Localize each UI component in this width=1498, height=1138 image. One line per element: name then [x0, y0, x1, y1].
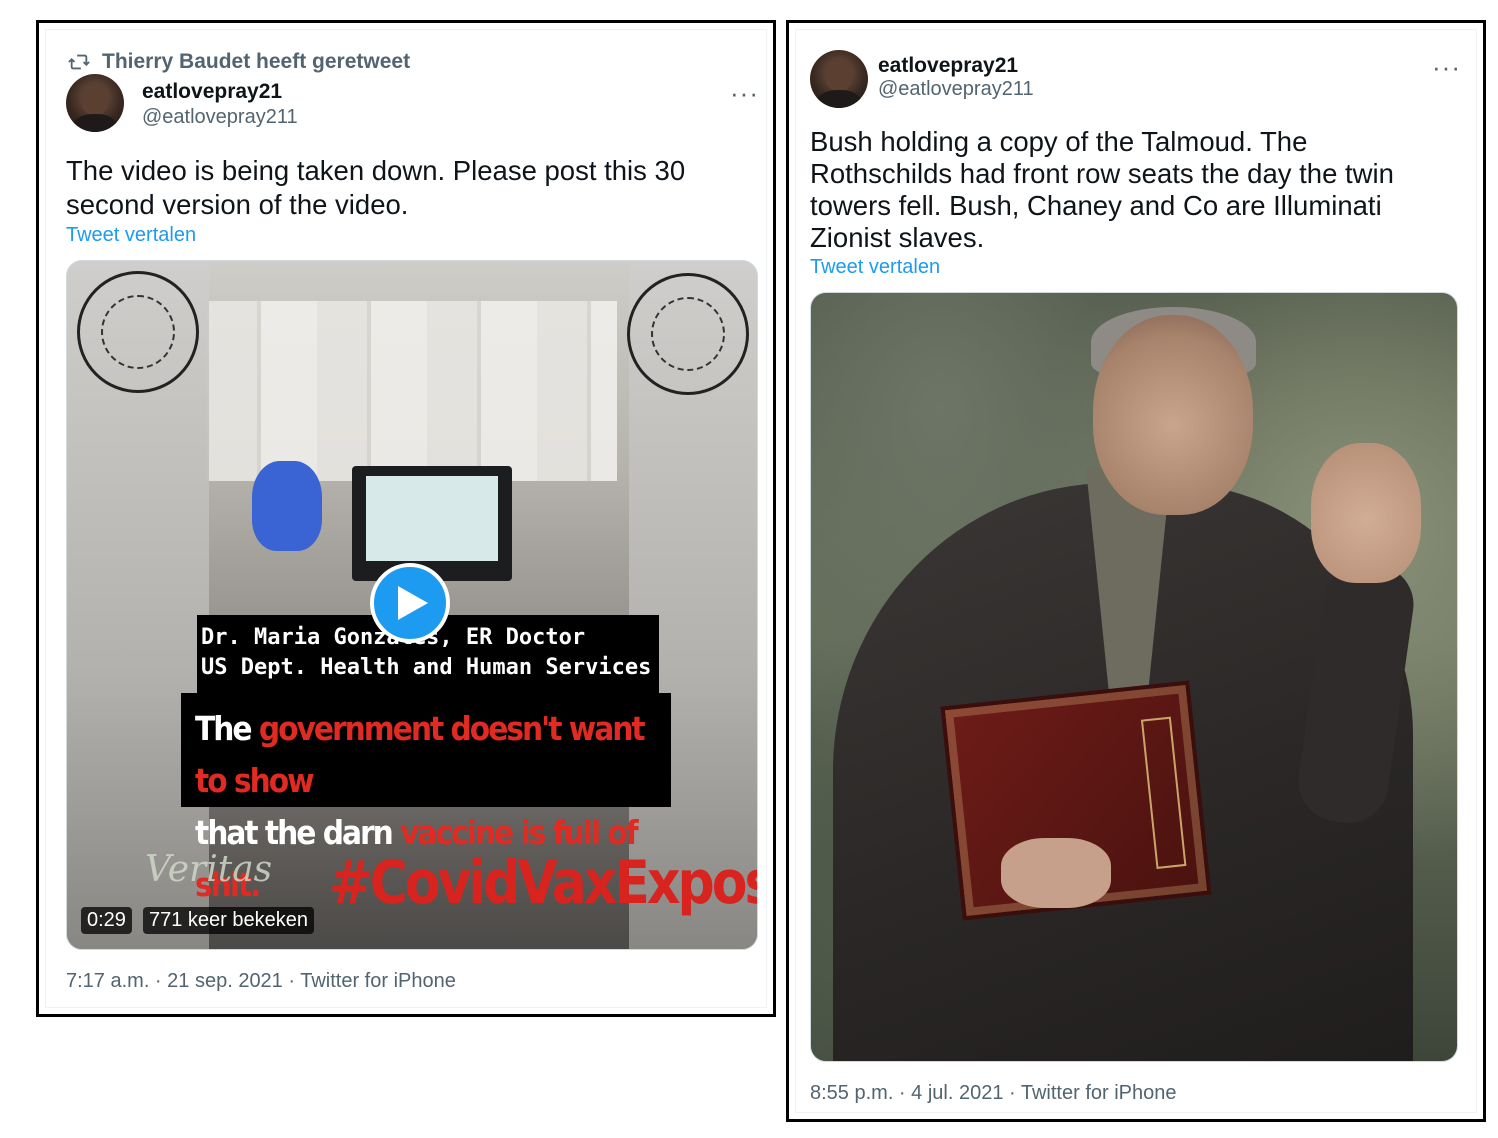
video-background-papers: [207, 301, 617, 481]
more-icon[interactable]: ···: [1432, 54, 1461, 80]
video-monitor: [352, 466, 512, 581]
translate-link[interactable]: Tweet vertalen: [66, 224, 196, 247]
play-button[interactable]: [370, 563, 450, 643]
avatar[interactable]: [66, 74, 124, 132]
photo-raised-hand: [1311, 443, 1421, 583]
quote-white-2: that the darn: [195, 813, 401, 852]
ihs-seal-logo: [627, 273, 749, 395]
photo-head: [1093, 315, 1253, 515]
display-name[interactable]: eatlovepray21: [142, 80, 282, 104]
retweet-banner[interactable]: Thierry Baudet heeft geretweet: [68, 50, 410, 74]
tweet-text: The video is being taken down. Please po…: [66, 155, 686, 220]
tweet-card: eatlovepray21 @eatlovepray211 ··· Bush h…: [795, 29, 1477, 1113]
play-icon: [398, 586, 428, 620]
hhs-seal-logo: [77, 271, 199, 393]
avatar[interactable]: [810, 50, 868, 108]
tweet-left: Thierry Baudet heeft geretweet eatlovepr…: [36, 20, 776, 1017]
user-handle[interactable]: @eatlovepray211: [878, 78, 1034, 101]
more-icon[interactable]: ···: [730, 80, 759, 106]
tweet-photo[interactable]: [810, 292, 1458, 1062]
tweet-card: Thierry Baudet heeft geretweet eatlovepr…: [45, 29, 767, 1008]
tweet-timestamp[interactable]: 7:17 a.m. · 21 sep. 2021 · Twitter for i…: [66, 970, 456, 993]
video-duration: 0:29: [81, 907, 132, 934]
user-handle[interactable]: @eatlovepray211: [142, 106, 298, 129]
quote-white-1: The: [195, 709, 259, 748]
video-glove: [252, 461, 322, 551]
video-caption-quote: The government doesn't want to show that…: [181, 693, 671, 904]
quote-red-1: government doesn't want to show: [195, 709, 646, 800]
tweet-right: eatlovepray21 @eatlovepray211 ··· Bush h…: [786, 20, 1486, 1122]
display-name[interactable]: eatlovepray21: [878, 54, 1018, 78]
retweet-icon: [68, 54, 90, 70]
translate-link[interactable]: Tweet vertalen: [810, 256, 940, 279]
video-hashtag: #CovidVaxExposed: [329, 849, 757, 918]
tweet-text: Bush holding a copy of the Talmoud. The …: [810, 126, 1394, 253]
video-view-count: 771 keer bekeken: [143, 907, 315, 934]
veritas-watermark: Veritas: [145, 849, 273, 890]
retweet-banner-text: Thierry Baudet heeft geretweet: [102, 50, 411, 73]
tweet-timestamp[interactable]: 8:55 p.m. · 4 jul. 2021 · Twitter for iP…: [810, 1082, 1176, 1105]
video-player[interactable]: Dr. Maria Gonzales, ER Doctor US Dept. H…: [66, 260, 758, 950]
caption-name-line2: US Dept. Health and Human Services: [201, 655, 652, 680]
photo-hand-on-book: [1001, 838, 1111, 908]
